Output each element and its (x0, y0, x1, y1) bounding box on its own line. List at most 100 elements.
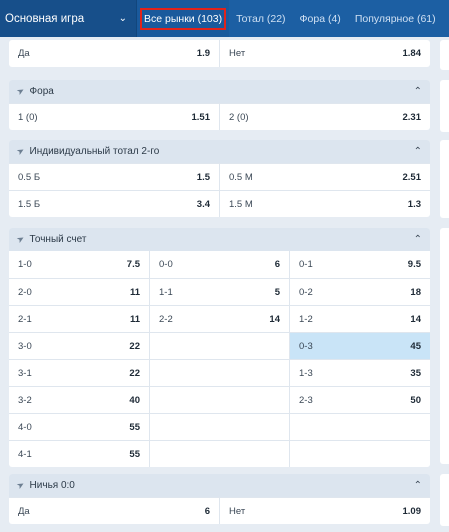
odds-row: 4-0 55 (9, 413, 430, 440)
odds-label: 2-1 (18, 313, 32, 325)
odds-cell[interactable]: 0-2 18 (289, 279, 430, 305)
odds-value: 1.5 (196, 171, 210, 183)
collapse-caret-icon[interactable]: ⌃ (414, 480, 422, 491)
odds-cell[interactable]: 0-0 6 (149, 251, 289, 278)
collapse-caret-icon[interactable]: ⌃ (414, 146, 422, 157)
tab-label: Все рынки (103) (144, 12, 223, 25)
odds-cell[interactable]: 1-2 14 (289, 306, 430, 332)
odds-label: 4-1 (18, 448, 32, 460)
odds-value: 5 (274, 286, 280, 298)
odds-cell[interactable]: 3-2 40 (9, 387, 149, 413)
market-tabs: Все рынки (103) Тотал (22) Фора (4) Попу… (137, 0, 449, 37)
odds-label: 4-0 (18, 421, 32, 433)
odds-value: 35 (410, 367, 421, 379)
odds-value: 40 (129, 394, 140, 406)
odds-cell[interactable]: 3-0 22 (9, 333, 149, 359)
odds-cell[interactable]: 0-3 45 (289, 333, 430, 359)
market-header[interactable]: ➤ Точный счет ⌃ (9, 228, 430, 251)
empty-cell (149, 387, 289, 413)
odds-cell[interactable]: 1-3 35 (289, 360, 430, 386)
odds-cell[interactable]: Да 6 (9, 498, 219, 524)
odds-label: Да (18, 505, 30, 517)
odds-label: 2-2 (159, 313, 173, 325)
pin-icon[interactable]: ➤ (15, 85, 27, 98)
odds-row: 1.5 Б 3.4 1.5 М 1.3 (9, 190, 430, 217)
odds-row: 0.5 Б 1.5 0.5 М 2.51 (9, 163, 430, 190)
odds-value: 2.31 (402, 111, 422, 123)
empty-cell (289, 441, 430, 467)
exact-score-grid: 1-0 7.5 0-0 6 0-1 9.5 2-0 11 1-1 5 0-2 18 2-1 11 2-2 14… (9, 251, 430, 467)
odds-row: 1-0 7.5 0-0 6 0-1 9.5 (9, 251, 430, 278)
odds-cell[interactable]: 0.5 М 2.51 (219, 164, 430, 190)
game-select-dropdown[interactable]: Основная игра ⌄ (0, 0, 137, 37)
odds-value: 1.09 (402, 505, 422, 517)
odds-row: 3-1 22 1-3 35 (9, 359, 430, 386)
odds-cell[interactable]: 4-1 55 (9, 441, 149, 467)
tab-handicap[interactable]: Фора (4) (293, 0, 348, 37)
odds-label: 2-0 (18, 286, 32, 298)
empty-cell (289, 414, 430, 440)
odds-value: 55 (129, 421, 140, 433)
edge-card (440, 40, 449, 70)
odds-cell[interactable]: Нет 1.84 (219, 40, 430, 67)
odds-cell[interactable]: 2-0 11 (9, 279, 149, 305)
odds-cell[interactable]: 0-1 9.5 (289, 251, 430, 278)
odds-value: 3.4 (196, 198, 210, 210)
odds-value: 55 (129, 448, 140, 460)
odds-row: 3-2 40 2-3 50 (9, 386, 430, 413)
market-header[interactable]: ➤ Ничья 0:0 ⌃ (9, 474, 430, 497)
market-card-exact-score: ➤ Точный счет ⌃ 1-0 7.5 0-0 6 0-1 9.5 2-0 11 1-1… (9, 228, 430, 467)
odds-cell[interactable]: 0.5 Б 1.5 (9, 164, 219, 190)
odds-row: 2-1 11 2-2 14 1-2 14 (9, 305, 430, 332)
pin-icon[interactable]: ➤ (15, 479, 27, 492)
edge-card (440, 228, 449, 464)
chevron-down-icon: ⌄ (118, 12, 127, 24)
market-title: Фора (29, 86, 54, 97)
odds-label: Нет (229, 505, 246, 517)
odds-label: 0.5 Б (18, 171, 41, 183)
odds-cell[interactable]: 2-2 14 (149, 306, 289, 332)
odds-label: 0-1 (299, 259, 313, 270)
odds-cell[interactable]: 2 (0) 2.31 (219, 104, 430, 130)
pin-icon[interactable]: ➤ (15, 233, 27, 246)
odds-cell[interactable]: Да 1.9 (9, 40, 219, 67)
collapse-caret-icon[interactable]: ⌃ (414, 234, 422, 245)
odds-label: 1-0 (18, 259, 32, 270)
odds-row: 3-0 22 0-3 45 (9, 332, 430, 359)
collapse-caret-icon[interactable]: ⌃ (414, 86, 422, 97)
odds-value: 11 (129, 286, 140, 298)
edge-card (440, 140, 449, 218)
tab-label: Фора (4) (299, 12, 341, 25)
odds-value: 22 (129, 367, 140, 379)
odds-label: 3-2 (18, 394, 32, 406)
odds-cell[interactable]: 1.5 Б 3.4 (9, 191, 219, 217)
odds-label: 1.5 М (229, 198, 253, 210)
odds-cell[interactable]: 2-1 11 (9, 306, 149, 332)
odds-label: 0-2 (299, 286, 313, 298)
market-title: Индивидуальный тотал 2-го (29, 146, 160, 157)
odds-label: 0.5 М (229, 171, 253, 183)
odds-cell[interactable]: 1-0 7.5 (9, 251, 149, 278)
pin-icon[interactable]: ➤ (15, 145, 27, 158)
tab-total[interactable]: Тотал (22) (229, 0, 292, 37)
market-header[interactable]: ➤ Индивидуальный тотал 2-го ⌃ (9, 140, 430, 163)
odds-cell[interactable]: 4-0 55 (9, 414, 149, 440)
odds-cell[interactable]: 2-3 50 (289, 387, 430, 413)
empty-cell (149, 414, 289, 440)
odds-value: 50 (410, 394, 421, 406)
odds-cell[interactable]: 1.5 М 1.3 (219, 191, 430, 217)
market-card-handicap: ➤ Фора ⌃ 1 (0) 1.51 2 (0) 2.31 (9, 80, 430, 130)
tab-popular[interactable]: Популярное (61) (348, 0, 443, 37)
odds-cell[interactable]: 1 (0) 1.51 (9, 104, 219, 130)
market-header[interactable]: ➤ Фора ⌃ (9, 80, 430, 103)
tab-all-markets[interactable]: Все рынки (103) (137, 0, 230, 37)
game-select-label: Основная игра (5, 12, 85, 25)
odds-row: Да 1.9 Нет 1.84 (9, 40, 430, 67)
odds-cell[interactable]: 1-1 5 (149, 279, 289, 305)
market-title: Точный счет (29, 234, 87, 245)
market-card-both-score: Да 1.9 Нет 1.84 (9, 40, 430, 67)
odds-value: 11 (129, 313, 140, 325)
odds-cell[interactable]: Нет 1.09 (219, 498, 430, 524)
odds-value: 14 (269, 313, 280, 325)
odds-cell[interactable]: 3-1 22 (9, 360, 149, 386)
